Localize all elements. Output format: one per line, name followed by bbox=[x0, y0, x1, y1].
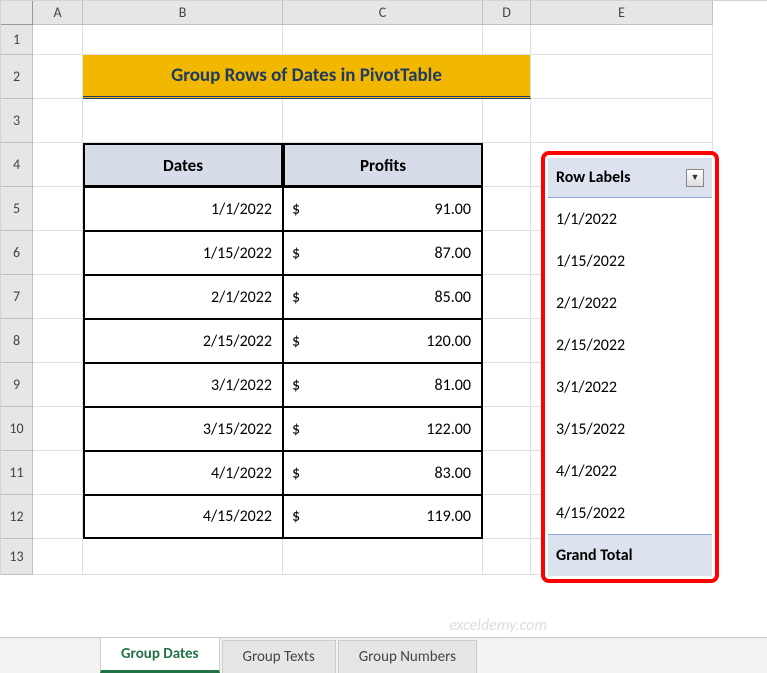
pivot-row[interactable]: 1/15/2022 bbox=[548, 240, 712, 282]
sheet-tabs: Group Dates Group Texts Group Numbers bbox=[0, 637, 767, 673]
col-header-a[interactable]: A bbox=[33, 1, 83, 25]
table-cell-profit[interactable]: $81.00 bbox=[283, 363, 483, 407]
col-header-c[interactable]: C bbox=[283, 1, 483, 25]
table-cell-profit[interactable]: $122.00 bbox=[283, 407, 483, 451]
row-header[interactable]: 2 bbox=[1, 55, 33, 99]
sheet-tab[interactable]: Group Texts bbox=[222, 640, 336, 673]
sheet-tab[interactable]: Group Numbers bbox=[338, 640, 477, 673]
row-header[interactable]: 9 bbox=[1, 363, 33, 407]
col-header-b[interactable]: B bbox=[83, 1, 283, 25]
cell[interactable] bbox=[33, 407, 83, 451]
row-header[interactable]: 7 bbox=[1, 275, 33, 319]
table-cell-date[interactable]: 2/15/2022 bbox=[83, 319, 283, 363]
cell[interactable] bbox=[33, 99, 83, 143]
pivot-row[interactable]: 2/1/2022 bbox=[548, 282, 712, 324]
cell[interactable] bbox=[33, 187, 83, 231]
cell[interactable] bbox=[33, 275, 83, 319]
cell[interactable] bbox=[483, 187, 531, 231]
row-header[interactable]: 13 bbox=[1, 539, 33, 575]
row-header[interactable]: 11 bbox=[1, 451, 33, 495]
pivot-row[interactable]: 3/1/2022 bbox=[548, 366, 712, 408]
table-header-dates[interactable]: Dates bbox=[83, 143, 283, 187]
table-cell-date[interactable]: 2/1/2022 bbox=[83, 275, 283, 319]
sheet-tab-active[interactable]: Group Dates bbox=[100, 637, 220, 673]
table-cell-profit[interactable]: $120.00 bbox=[283, 319, 483, 363]
cell[interactable] bbox=[483, 99, 531, 143]
pivot-table-highlight: Row Labels ▼ 1/1/2022 1/15/2022 2/1/2022… bbox=[541, 151, 719, 583]
row-header[interactable]: 3 bbox=[1, 99, 33, 143]
table-cell-date[interactable]: 3/15/2022 bbox=[83, 407, 283, 451]
cell[interactable] bbox=[531, 99, 713, 143]
pivot-grand-total[interactable]: Grand Total bbox=[548, 534, 712, 576]
cell[interactable] bbox=[283, 25, 483, 55]
row-header[interactable]: 10 bbox=[1, 407, 33, 451]
cell[interactable] bbox=[83, 25, 283, 55]
table-cell-date[interactable]: 4/15/2022 bbox=[83, 495, 283, 539]
cell[interactable] bbox=[33, 363, 83, 407]
cell[interactable] bbox=[483, 363, 531, 407]
cell[interactable] bbox=[33, 231, 83, 275]
cell[interactable] bbox=[483, 143, 531, 187]
cell[interactable] bbox=[83, 99, 283, 143]
cell[interactable] bbox=[33, 539, 83, 575]
col-header-d[interactable]: D bbox=[483, 1, 531, 25]
table-header-profits[interactable]: Profits bbox=[283, 143, 483, 187]
cell[interactable] bbox=[483, 407, 531, 451]
table-cell-profit[interactable]: $119.00 bbox=[283, 495, 483, 539]
table-cell-profit[interactable]: $85.00 bbox=[283, 275, 483, 319]
cell[interactable] bbox=[483, 495, 531, 539]
cell[interactable] bbox=[33, 25, 83, 55]
cell[interactable] bbox=[531, 25, 713, 55]
cell[interactable] bbox=[483, 319, 531, 363]
table-cell-profit[interactable]: $83.00 bbox=[283, 451, 483, 495]
table-cell-date[interactable]: 4/1/2022 bbox=[83, 451, 283, 495]
row-header[interactable]: 4 bbox=[1, 143, 33, 187]
cell[interactable] bbox=[483, 539, 531, 575]
cell[interactable] bbox=[483, 25, 531, 55]
select-all-corner[interactable] bbox=[1, 1, 33, 25]
cell[interactable] bbox=[483, 275, 531, 319]
pivot-row[interactable]: 3/15/2022 bbox=[548, 408, 712, 450]
cell[interactable] bbox=[531, 55, 713, 99]
watermark: exceldemy.com bbox=[449, 616, 547, 635]
pivot-row[interactable]: 4/15/2022 bbox=[548, 492, 712, 534]
cell[interactable] bbox=[83, 539, 283, 575]
pivot-row[interactable]: 2/15/2022 bbox=[548, 324, 712, 366]
row-header[interactable]: 8 bbox=[1, 319, 33, 363]
filter-dropdown-button[interactable]: ▼ bbox=[686, 169, 704, 187]
cell[interactable] bbox=[33, 319, 83, 363]
cell[interactable] bbox=[283, 539, 483, 575]
cell[interactable] bbox=[283, 99, 483, 143]
col-header-e[interactable]: E bbox=[531, 1, 713, 25]
cell[interactable] bbox=[483, 451, 531, 495]
cell[interactable] bbox=[33, 143, 83, 187]
pivot-row[interactable]: 4/1/2022 bbox=[548, 450, 712, 492]
page-title: Group Rows of Dates in PivotTable bbox=[83, 55, 531, 99]
table-cell-date[interactable]: 1/1/2022 bbox=[83, 187, 283, 231]
cell[interactable] bbox=[33, 495, 83, 539]
row-header[interactable]: 12 bbox=[1, 495, 33, 539]
table-cell-profit[interactable]: $91.00 bbox=[283, 187, 483, 231]
table-cell-date[interactable]: 1/15/2022 bbox=[83, 231, 283, 275]
pivot-header-label: Row Labels bbox=[556, 168, 630, 187]
row-header[interactable]: 1 bbox=[1, 25, 33, 55]
table-cell-date[interactable]: 3/1/2022 bbox=[83, 363, 283, 407]
table-cell-profit[interactable]: $87.00 bbox=[283, 231, 483, 275]
row-header[interactable]: 6 bbox=[1, 231, 33, 275]
pivot-header[interactable]: Row Labels ▼ bbox=[548, 158, 712, 198]
cell[interactable] bbox=[33, 451, 83, 495]
pivot-row[interactable]: 1/1/2022 bbox=[548, 198, 712, 240]
row-header[interactable]: 5 bbox=[1, 187, 33, 231]
cell[interactable] bbox=[483, 231, 531, 275]
cell[interactable] bbox=[33, 55, 83, 99]
